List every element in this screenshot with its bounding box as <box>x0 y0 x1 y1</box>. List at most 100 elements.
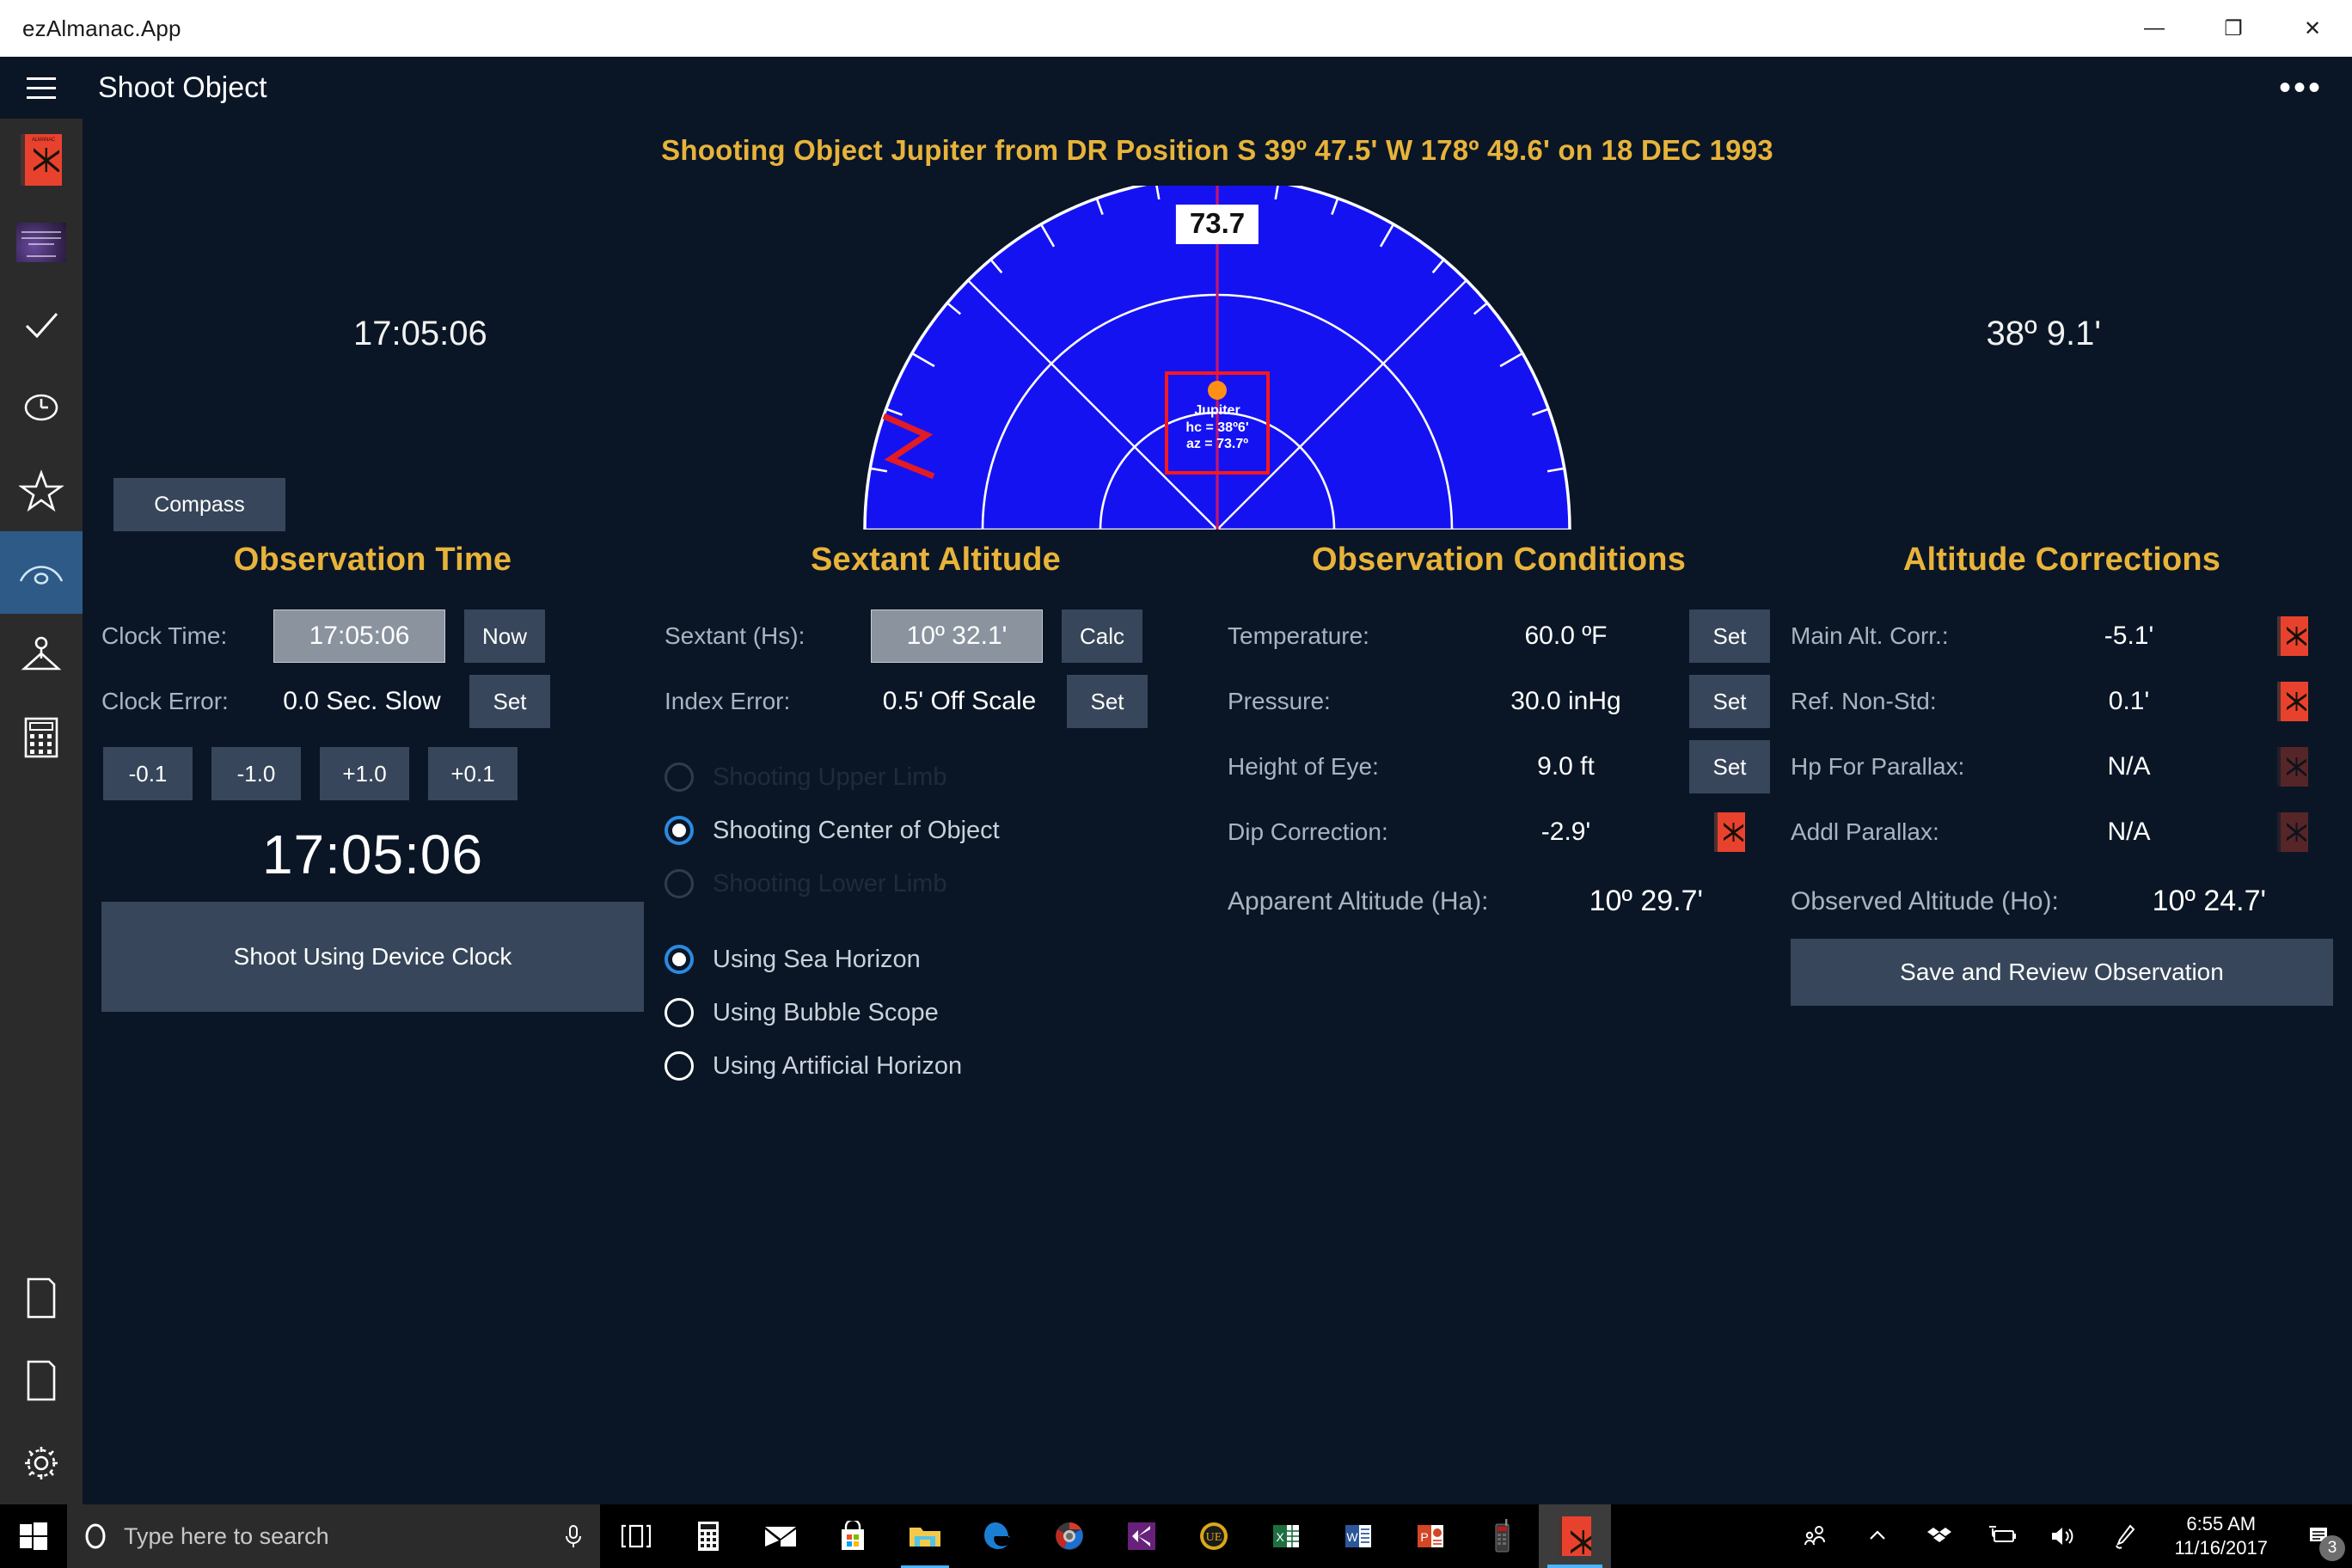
calculator-icon[interactable] <box>672 1504 744 1568</box>
radio-shooting-center-of-object[interactable]: Shooting Center of Object <box>665 804 1207 857</box>
altitude-readout: 38º 9.1' <box>1987 315 2101 353</box>
compass-button[interactable]: Compass <box>113 478 285 531</box>
sidebar-item-page[interactable] <box>0 1257 83 1339</box>
page-alt-icon <box>23 1358 59 1403</box>
calc-button[interactable]: Calc <box>1062 609 1142 663</box>
sidebar-item-page-alt[interactable] <box>0 1339 83 1422</box>
main-alt-corr-label: Main Alt. Corr.: <box>1791 622 2021 650</box>
nudge-minus-1-0-button[interactable]: -1.0 <box>211 747 301 800</box>
mail-icon[interactable] <box>744 1504 817 1568</box>
pressure-set-button[interactable]: Set <box>1689 675 1770 728</box>
shoot-using-device-clock-button[interactable]: Shoot Using Device Clock <box>101 902 644 1012</box>
dip-correction-book-slot <box>1689 812 1770 852</box>
index-error-row: Index Error: 0.5' Off Scale Set <box>665 675 1207 728</box>
chevron-up-icon[interactable] <box>1847 1504 1908 1568</box>
hp-for-parallax-book-slot <box>2252 747 2333 787</box>
radio-ring-icon <box>665 1051 694 1081</box>
pressure-label: Pressure: <box>1228 688 1458 715</box>
hamburger-icon[interactable] <box>0 57 83 119</box>
object-marker-card[interactable]: Jupiter hc = 38º6' az = 73.7º <box>1165 371 1270 475</box>
radio-using-sea-horizon[interactable]: Using Sea Horizon <box>665 933 1207 986</box>
sextant-stand-icon <box>19 633 64 677</box>
nudge-plus-0-1-button[interactable]: +0.1 <box>428 747 518 800</box>
dropbox-icon[interactable] <box>1908 1504 1970 1568</box>
height-of-eye-set-button[interactable]: Set <box>1689 740 1770 793</box>
big-clock-display: 17:05:06 <box>101 823 644 886</box>
almanac-book-icon[interactable] <box>1714 812 1745 852</box>
radio-shooting-lower-limb[interactable]: Shooting Lower Limb <box>665 857 1207 910</box>
clock-time-input[interactable]: 17:05:06 <box>273 609 445 663</box>
store-icon[interactable] <box>817 1504 889 1568</box>
horizon-radio-group: Using Sea Horizon Using Bubble Scope Usi… <box>665 933 1207 1093</box>
nudge-minus-0-1-button[interactable]: -0.1 <box>103 747 193 800</box>
microphone-icon[interactable] <box>562 1523 585 1549</box>
taskbar-clock[interactable]: 6:55 AM 11/16/2017 <box>2156 1512 2287 1559</box>
compass-plot[interactable]: 73.7 17:05:06 38º 9.1' Jupiter hc = 38º6… <box>83 167 2352 536</box>
volume-icon[interactable] <box>2032 1504 2094 1568</box>
radio-shooting-upper-limb[interactable]: Shooting Upper Limb <box>665 750 1207 804</box>
clock-time: 6:55 AM <box>2175 1512 2268 1536</box>
almanac-book-icon: ALMANAC <box>21 134 62 186</box>
eye-icon <box>17 555 65 590</box>
temperature-set-button[interactable]: Set <box>1689 609 1770 663</box>
file-explorer-icon[interactable] <box>889 1504 961 1568</box>
word-icon[interactable]: W <box>1322 1504 1394 1568</box>
sidebar-item-sight-reduction[interactable] <box>0 201 83 284</box>
radio-using-bubble-scope[interactable]: Using Bubble Scope <box>665 986 1207 1039</box>
radio-icon[interactable] <box>1467 1504 1539 1568</box>
object-dot-icon <box>1208 381 1227 400</box>
sidebar-item-clock[interactable] <box>0 366 83 449</box>
clock-error-set-button[interactable]: Set <box>469 675 550 728</box>
ezalmanac-icon[interactable] <box>1539 1504 1611 1568</box>
almanac-book-label: ALMANAC <box>25 138 62 143</box>
svg-text:X: X <box>1276 1530 1284 1544</box>
close-button[interactable]: ✕ <box>2273 0 2352 57</box>
maximize-button[interactable]: ❐ <box>2194 0 2273 57</box>
apparent-altitude-value: 10º 29.7' <box>1589 885 1703 918</box>
sextant-hs-input[interactable]: 10º 32.1' <box>871 609 1043 663</box>
azimuth-readout: 73.7 <box>1176 205 1259 244</box>
system-tray: 6:55 AM 11/16/2017 3 <box>1785 1504 2352 1568</box>
sidebar-item-star[interactable] <box>0 449 83 531</box>
radio-ring-icon <box>665 945 694 974</box>
sidebar-item-settings[interactable] <box>0 1422 83 1504</box>
save-and-review-observation-button[interactable]: Save and Review Observation <box>1791 939 2333 1006</box>
altitude-corrections-panel: Altitude Corrections Main Alt. Corr.: -5… <box>1780 542 2343 1155</box>
notifications-button[interactable]: 3 <box>2287 1504 2352 1568</box>
height-of-eye-value: 9.0 ft <box>1458 752 1674 781</box>
radio-using-artificial-horizon[interactable]: Using Artificial Horizon <box>665 1039 1207 1093</box>
visual-studio-icon[interactable] <box>1106 1504 1178 1568</box>
start-button[interactable] <box>0 1504 67 1568</box>
sidebar-item-check[interactable] <box>0 284 83 366</box>
battery-icon[interactable] <box>1970 1504 2032 1568</box>
nudge-plus-1-0-button[interactable]: +1.0 <box>320 747 409 800</box>
pen-icon[interactable] <box>2094 1504 2156 1568</box>
excel-icon[interactable]: X <box>1250 1504 1322 1568</box>
sidebar-item-almanac[interactable]: ALMANAC <box>0 119 83 201</box>
window-titlebar: ezAlmanac.App — ❐ ✕ <box>0 0 2352 57</box>
search-input[interactable]: Type here to search <box>67 1504 600 1568</box>
pressure-row: Pressure: 30.0 inHg Set <box>1228 675 1770 728</box>
sidebar-item-fix[interactable] <box>0 614 83 696</box>
edge-icon[interactable] <box>961 1504 1033 1568</box>
now-button[interactable]: Now <box>464 609 545 663</box>
sidebar-item-shoot-object[interactable] <box>0 531 83 614</box>
radio-label: Shooting Center of Object <box>713 817 1000 845</box>
chrome-icon[interactable] <box>1033 1504 1106 1568</box>
radio-ring-icon <box>665 763 694 792</box>
minimize-button[interactable]: — <box>2115 0 2194 57</box>
ultraedit-icon[interactable]: UE <box>1178 1504 1250 1568</box>
index-error-set-button[interactable]: Set <box>1067 675 1148 728</box>
almanac-book-icon[interactable] <box>2277 616 2308 656</box>
almanac-book-icon[interactable] <box>2277 682 2308 721</box>
sight-reduction-book-icon <box>16 223 66 262</box>
clock-icon <box>20 386 63 429</box>
more-options-icon[interactable]: ••• <box>2279 79 2323 96</box>
task-view-icon[interactable] <box>600 1504 672 1568</box>
addl-parallax-book-slot <box>2252 812 2333 852</box>
panels-container: Observation Time Clock Time: 17:05:06 No… <box>83 536 2352 1155</box>
people-icon[interactable] <box>1785 1504 1847 1568</box>
limb-radio-group: Shooting Upper Limb Shooting Center of O… <box>665 750 1207 910</box>
powerpoint-icon[interactable]: P <box>1394 1504 1467 1568</box>
sidebar-item-calculator[interactable] <box>0 696 83 779</box>
